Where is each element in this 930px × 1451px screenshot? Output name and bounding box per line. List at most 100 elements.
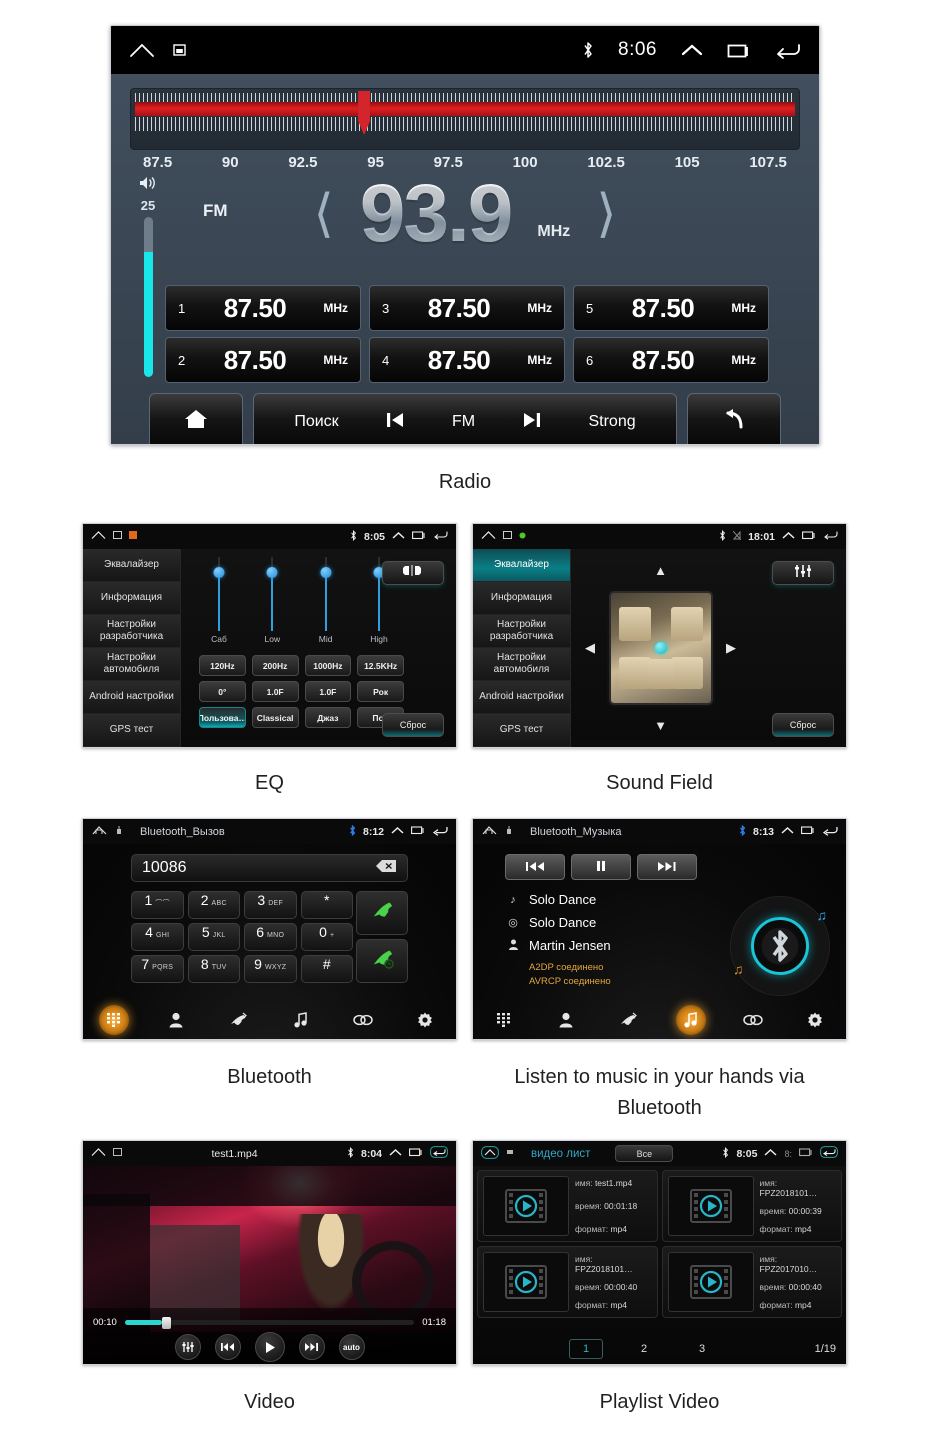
sidebar-item-information[interactable]: Информация [473,582,570,615]
strong-button[interactable]: Strong [588,413,635,431]
playlist-item[interactable]: имя: FPZ2018101… время: 00:00:39 формат:… [661,1170,842,1242]
reset-button[interactable]: Сброс [772,713,834,737]
call-history-icon[interactable] [223,1005,253,1035]
skip-next-icon[interactable] [520,410,544,435]
dial-key[interactable]: 3 DEF [244,891,297,919]
eq-option-button[interactable]: 200Hz [251,655,299,676]
skip-prev-icon[interactable] [383,410,407,435]
playlist-item[interactable]: имя: FPZ2018101… время: 00:00:40 формат:… [477,1246,658,1318]
recents-icon[interactable] [409,1147,423,1160]
home-icon[interactable] [91,1147,106,1160]
home-icon[interactable] [481,530,496,543]
back-icon[interactable] [822,825,838,839]
video-seek-slider[interactable] [124,1316,415,1329]
chevron-up-icon[interactable] [782,531,795,543]
back-icon[interactable] [433,530,448,543]
home-icon[interactable] [91,530,106,543]
back-icon[interactable] [432,825,448,839]
chevron-up-icon[interactable] [764,1148,777,1160]
eq-slider[interactable]: Mid [306,557,346,649]
eq-preset-user[interactable]: Пользова… [199,707,246,728]
music-note-icon[interactable] [286,1005,316,1035]
prev-track-button[interactable] [505,854,565,880]
contacts-icon[interactable] [161,1005,191,1035]
recents-icon[interactable] [412,530,426,543]
slider-knob[interactable] [213,567,225,578]
equalizer-button[interactable] [772,561,834,585]
seek-handle[interactable] [162,1316,172,1329]
dialpad-icon[interactable] [99,1005,130,1035]
dial-key[interactable]: 8 TUV [187,955,240,983]
back-button[interactable] [687,393,781,444]
reset-button[interactable]: Сброс [382,713,444,737]
music-note-icon[interactable] [675,1005,706,1035]
next-track-button[interactable] [637,854,697,880]
backspace-icon[interactable] [375,859,397,878]
eq-option-button[interactable]: 1000Hz [304,655,352,676]
video-thumbnail[interactable] [667,1252,754,1312]
sidebar-item-equalizer[interactable]: Эквалайзер [83,549,180,582]
sidebar-item-car-settings[interactable]: Настройки автомобиля [473,648,570,681]
dial-key-hash[interactable]: # [300,955,353,983]
hangup-button[interactable] [356,939,408,983]
preset-button[interactable]: 6 87.50 MHz [573,337,769,383]
eq-option-button[interactable]: 12.5KHz [357,655,404,676]
sidebar-item-gps-test[interactable]: GPS тест [83,714,180,747]
sidebar-item-gps-test[interactable]: GPS тест [473,714,570,747]
playlist-item[interactable]: имя: FPZ2017010… время: 00:00:40 формат:… [661,1246,842,1318]
search-button[interactable]: Поиск [294,413,338,431]
chevron-up-icon[interactable] [389,1148,402,1160]
contacts-icon[interactable] [551,1005,581,1035]
sidebar-item-android-settings[interactable]: Android настройки [473,681,570,714]
gear-icon[interactable] [410,1005,440,1035]
slider-knob[interactable] [266,567,278,578]
triangle-up-icon[interactable]: ▲ [654,563,667,578]
dial-key[interactable]: 6 MNO [244,923,297,951]
filter-all-button[interactable]: Все [615,1145,674,1162]
video-equalizer-button[interactable] [174,1334,201,1360]
sidebar-item-android-settings[interactable]: Android настройки [83,681,180,714]
dial-key[interactable]: 2 ABC [187,891,240,919]
recents-icon[interactable] [802,530,816,543]
triangle-right-icon[interactable]: ▶ [726,640,736,656]
video-play-button[interactable] [254,1332,285,1362]
page-button-2[interactable]: 2 [627,1339,661,1359]
preset-button[interactable]: 4 87.50 MHz [369,337,565,383]
sidebar-item-equalizer[interactable]: Эквалайзер [473,549,570,582]
video-next-button[interactable] [298,1334,325,1360]
sidebar-item-developer-settings[interactable]: Настройки разработчика [473,615,570,648]
car-cabin-diagram[interactable] [608,591,713,705]
link-icon[interactable] [348,1005,378,1035]
slider-knob[interactable] [320,567,332,578]
video-thumbnail[interactable] [483,1252,569,1312]
eq-option-button[interactable]: 0° [199,681,246,702]
video-thumbnail[interactable] [483,1176,569,1236]
video-thumbnail[interactable] [667,1176,754,1236]
eq-slider[interactable]: Low [252,557,292,649]
home-icon[interactable] [481,1145,499,1162]
balance-button[interactable] [382,561,444,585]
chevron-up-icon[interactable] [681,43,703,57]
back-icon[interactable] [820,1146,838,1161]
recents-icon[interactable] [799,1147,813,1160]
chevron-up-icon[interactable] [781,826,794,838]
soundfield-position-dot[interactable] [654,642,667,654]
band-toggle-button[interactable]: FM [452,413,475,431]
back-icon[interactable] [430,1146,448,1161]
sidebar-item-developer-settings[interactable]: Настройки разработчика [83,615,180,648]
link-icon[interactable] [738,1005,768,1035]
dial-key[interactable]: 1 ⌒⌒ [131,891,184,919]
recents-icon[interactable] [411,825,425,838]
sidebar-item-information[interactable]: Информация [83,582,180,615]
dial-key-star[interactable]: * [300,891,353,919]
eq-slider[interactable]: Саб [199,557,239,649]
triangle-left-icon[interactable]: ◀ [585,640,595,656]
preset-button[interactable]: 5 87.50 MHz [573,285,769,331]
frequency-dial[interactable] [130,88,800,150]
page-button-3[interactable]: 3 [685,1339,719,1359]
call-history-icon[interactable] [613,1005,643,1035]
video-auto-button[interactable]: auto [338,1334,365,1360]
dial-key[interactable]: 5 JKL [187,923,240,951]
page-button-1[interactable]: 1 [569,1339,603,1359]
gear-icon[interactable] [800,1005,830,1035]
